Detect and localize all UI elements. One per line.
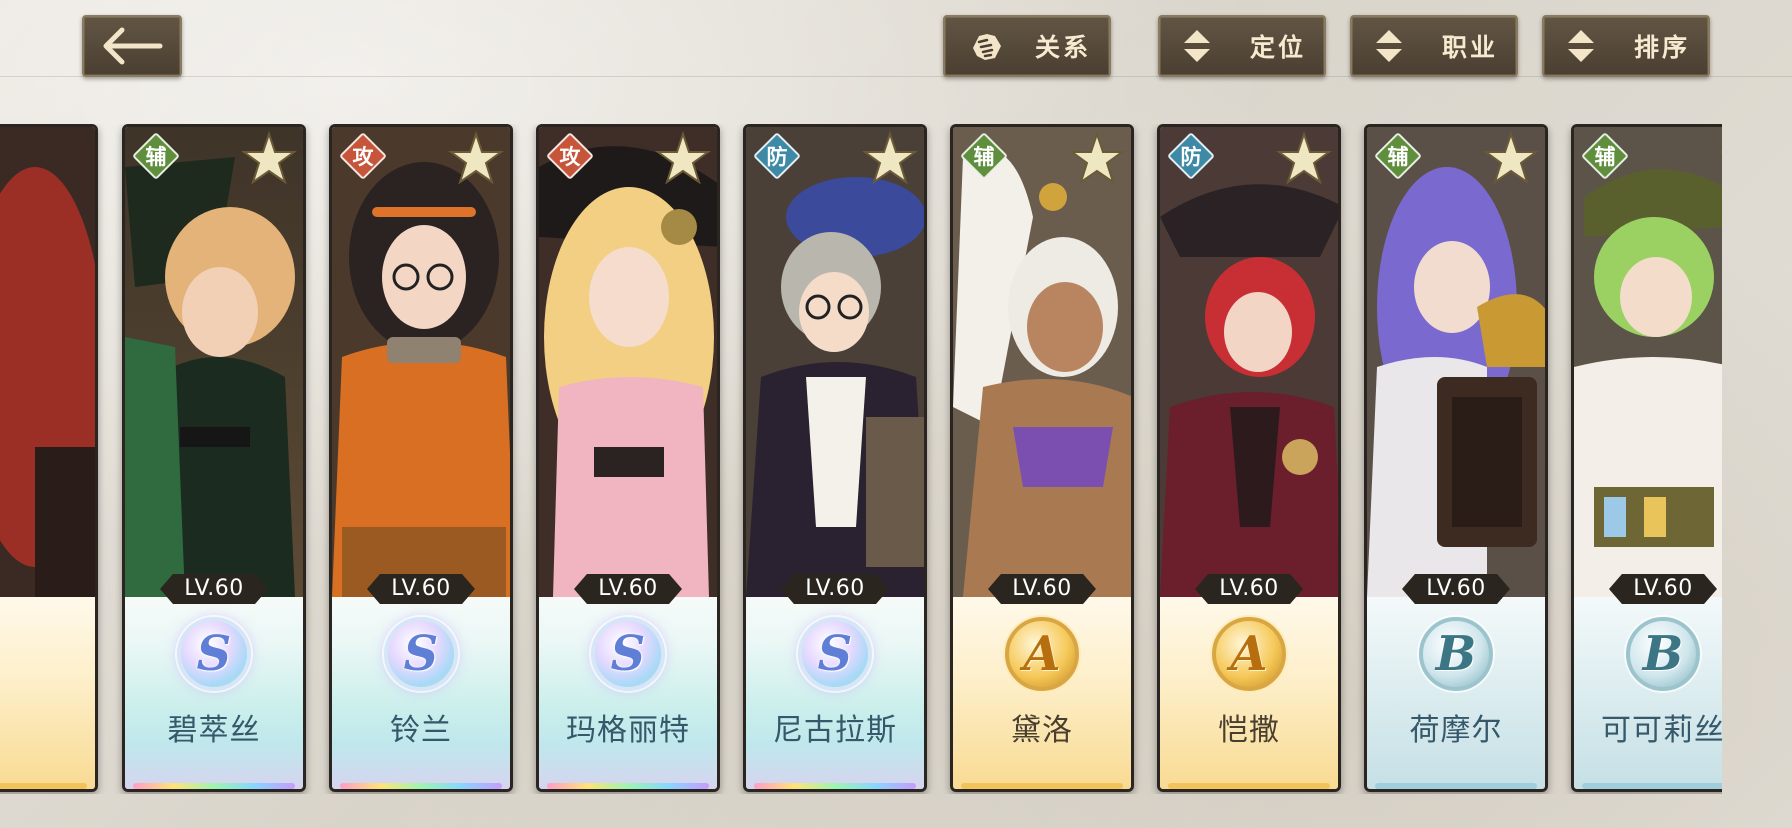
level-label: LV.60 xyxy=(160,574,268,604)
relation-label: 关系 xyxy=(1034,33,1091,62)
character-card[interactable]: 辅 LV.60 B 荷摩尔 xyxy=(1364,124,1548,792)
sort-label: 排序 xyxy=(1633,33,1690,62)
character-card[interactable]: 攻 LV.60 S 铃兰 xyxy=(329,124,513,792)
role-tag: 辅 xyxy=(1584,135,1626,177)
character-portrait xyxy=(746,127,924,597)
character-name: 铃兰 xyxy=(390,713,452,748)
role-tag: 辅 xyxy=(963,135,1005,177)
rank-badge: S xyxy=(591,617,665,691)
star-icon xyxy=(1718,151,1722,154)
back-button[interactable] xyxy=(82,15,182,77)
star-icon xyxy=(448,131,504,185)
character-portrait xyxy=(953,127,1131,597)
role-tag: 攻 xyxy=(549,135,591,177)
handshake-icon xyxy=(973,34,1001,60)
level-label: LV.60 xyxy=(988,574,1096,604)
character-name: 可可莉丝 xyxy=(1601,713,1722,748)
sort-updown-icon xyxy=(1374,28,1404,64)
rank-badge: A xyxy=(1005,617,1079,691)
role-tag: 防 xyxy=(756,135,798,177)
character-card[interactable]: 防 LV.60 S 尼古拉斯 xyxy=(743,124,927,792)
character-card[interactable]: 攻 LV.60 S 玛格丽特 xyxy=(536,124,720,792)
relation-button[interactable]: 关系 xyxy=(943,15,1111,77)
character-card[interactable]: 辅 LV.60 A 黛洛 xyxy=(950,124,1134,792)
star-icon xyxy=(1276,131,1332,185)
character-portrait xyxy=(332,127,510,597)
level-label: LV.60 xyxy=(1609,574,1717,604)
position-label: 定位 xyxy=(1249,33,1306,62)
role-tag: 攻 xyxy=(342,135,384,177)
character-portrait xyxy=(1160,127,1338,597)
rank-badge: S xyxy=(384,617,458,691)
level-label: LV.60 xyxy=(1402,574,1510,604)
star-icon xyxy=(862,131,918,185)
back-arrow-icon xyxy=(103,27,163,65)
position-filter-button[interactable]: 定位 xyxy=(1158,15,1326,77)
role-tag: 辅 xyxy=(1377,135,1419,177)
character-portrait xyxy=(1367,127,1545,597)
star-icon xyxy=(1069,131,1125,185)
sort-button[interactable]: 排序 xyxy=(1542,15,1710,77)
character-name: 碧萃丝 xyxy=(167,713,261,748)
class-label: 职业 xyxy=(1441,33,1498,62)
character-portrait xyxy=(539,127,717,597)
character-name: 黛洛 xyxy=(1011,713,1073,748)
level-label: LV.60 xyxy=(781,574,889,604)
role-tag: 防 xyxy=(1170,135,1212,177)
character-name: 恺撒 xyxy=(1218,713,1280,748)
level-label: LV.60 xyxy=(574,574,682,604)
rank-badge: S xyxy=(177,617,251,691)
character-portrait xyxy=(1574,127,1722,597)
star-icon xyxy=(241,131,297,185)
character-name: 玛格丽特 xyxy=(566,713,690,748)
character-name: 荷摩尔 xyxy=(1409,713,1503,748)
character-list[interactable]: 辅 LV.60 S 碧萃丝 攻 LV.60 S 铃兰 攻 LV.60 S 玛格丽… xyxy=(0,124,1722,794)
rank-badge: A xyxy=(1212,617,1286,691)
character-card-partial[interactable] xyxy=(0,124,98,792)
star-icon xyxy=(1483,131,1539,185)
character-portrait xyxy=(0,127,95,597)
level-label: LV.60 xyxy=(1195,574,1303,604)
rank-badge: B xyxy=(1626,617,1700,691)
sort-updown-icon xyxy=(1182,28,1212,64)
character-portrait xyxy=(125,127,303,597)
character-card[interactable]: 辅 LV.60 S 碧萃丝 xyxy=(122,124,306,792)
role-tag: 辅 xyxy=(135,135,177,177)
sort-updown-icon xyxy=(1566,28,1596,64)
character-name: 尼古拉斯 xyxy=(773,713,897,748)
rank-badge: B xyxy=(1419,617,1493,691)
class-filter-button[interactable]: 职业 xyxy=(1350,15,1518,77)
rank-badge: S xyxy=(798,617,872,691)
level-label: LV.60 xyxy=(367,574,475,604)
header-divider xyxy=(0,76,1792,77)
star-icon xyxy=(655,131,711,185)
character-card[interactable]: 辅 LV.60 B 可可莉丝 xyxy=(1571,124,1722,792)
character-card[interactable]: 防 LV.60 A 恺撒 xyxy=(1157,124,1341,792)
